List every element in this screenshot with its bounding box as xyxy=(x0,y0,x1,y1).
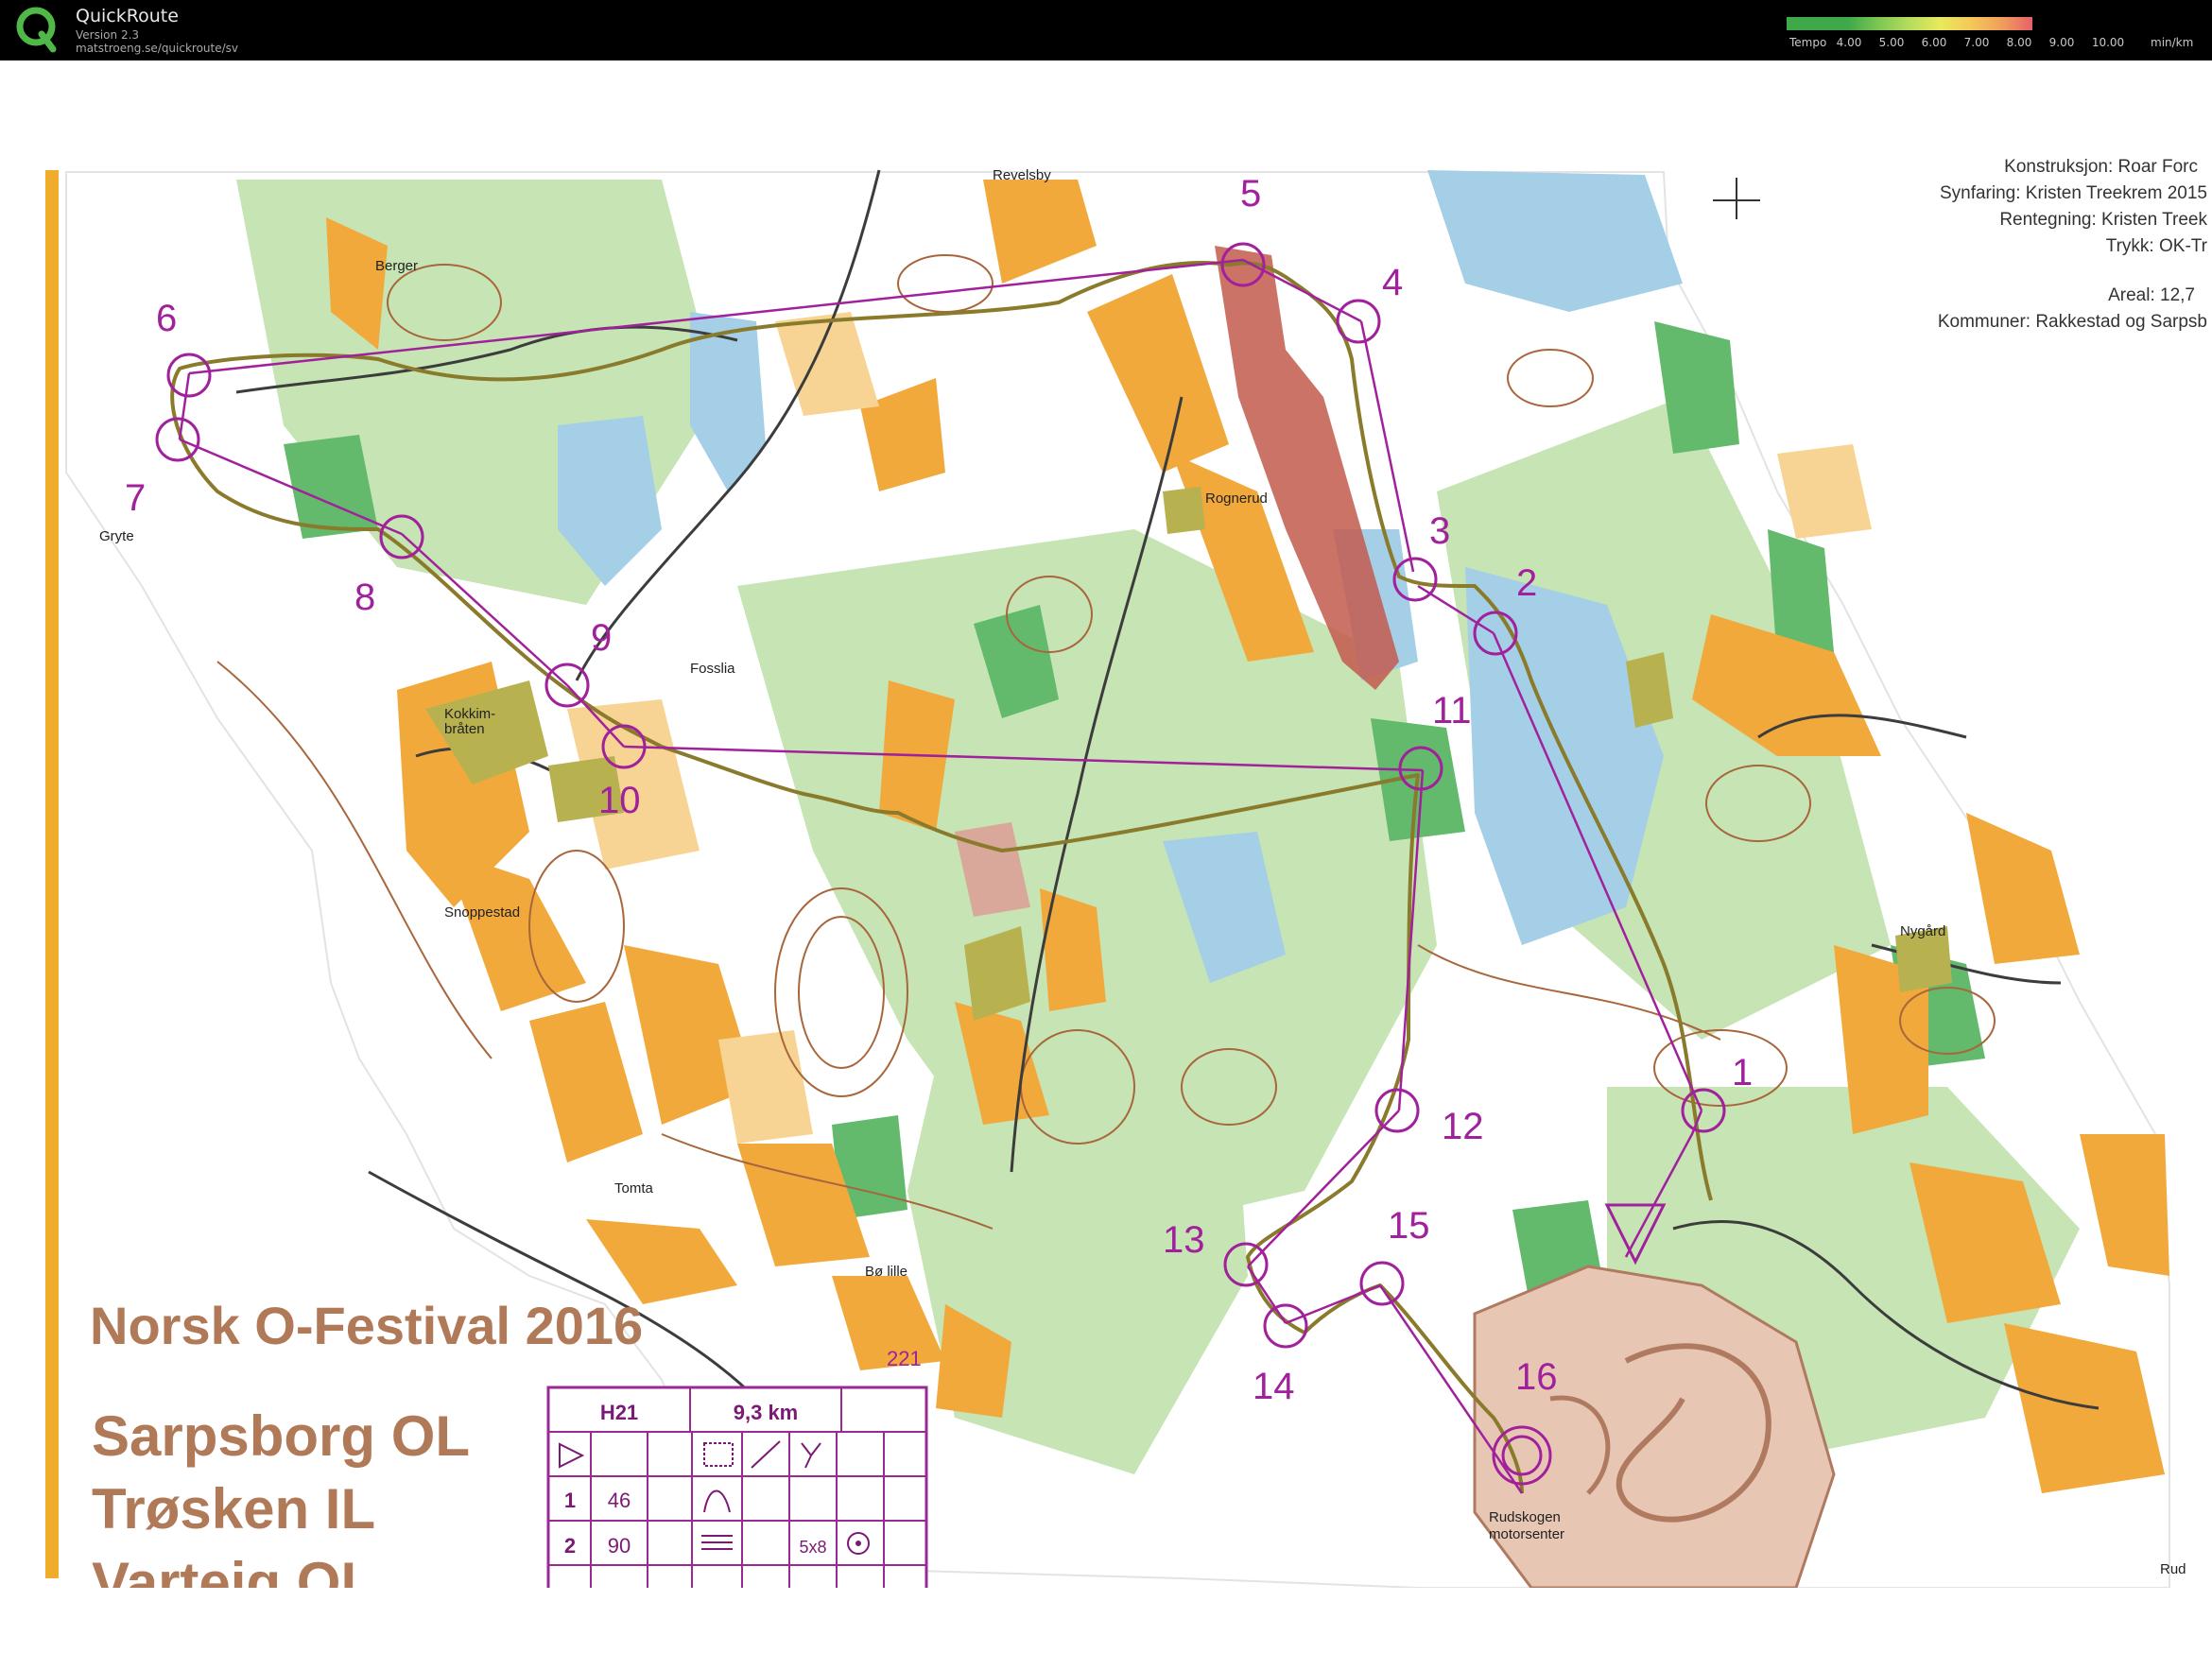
pace-color-scale xyxy=(1787,17,2032,30)
control-number: 15 xyxy=(1388,1205,1430,1247)
credit-line: Trykk: OK-Tr xyxy=(2106,236,2208,256)
card-class: H21 xyxy=(600,1401,638,1424)
credit-line: Synfaring: Kristen Treekrem 2015 xyxy=(1940,183,2207,203)
card-row-dimension: 5x8 xyxy=(799,1538,826,1557)
app-title: QuickRoute xyxy=(76,6,179,26)
map-title: Norsk O-Festival 2016 xyxy=(90,1296,643,1355)
card-row-code: 46 xyxy=(608,1489,631,1512)
control-number: 4 xyxy=(1382,262,1403,303)
quickroute-logo-icon xyxy=(16,7,57,53)
control-number: 12 xyxy=(1442,1106,1484,1147)
pace-tick: 5.00 xyxy=(1878,36,1905,49)
place-name: motorsenter xyxy=(1489,1526,1564,1542)
scan-margin xyxy=(0,1588,2212,1670)
card-row-code: 90 xyxy=(608,1534,631,1558)
control-number: 11 xyxy=(1432,690,1472,732)
card-row-number: 2 xyxy=(564,1534,576,1558)
control-number: 5 xyxy=(1240,173,1261,215)
control-number: 13 xyxy=(1163,1219,1205,1261)
card-row-number: 1 xyxy=(564,1489,576,1512)
control-number: 14 xyxy=(1253,1366,1295,1407)
pace-tick: 10.00 xyxy=(2091,36,2125,49)
place-name: Revelsby xyxy=(993,167,1051,183)
place-name: Kokkim- xyxy=(444,706,495,722)
control-description-card: H21 9,3 km 1 46 2 90 5x8 xyxy=(546,1386,928,1597)
app-header-bar: QuickRoute Version 2.3 matstroeng.se/qui… xyxy=(0,0,2212,60)
control-number: 8 xyxy=(354,577,375,618)
orienteering-map[interactable]: 1 2 3 4 5 6 7 8 9 10 11 12 13 14 15 16 R… xyxy=(0,60,2212,1670)
app-version: Version 2.3 xyxy=(76,28,140,42)
control-number: 1 xyxy=(1732,1052,1753,1093)
pace-tick: 6.00 xyxy=(1921,36,1947,49)
control-number: 10 xyxy=(598,780,641,821)
place-name: Fosslia xyxy=(690,661,735,677)
place-name: Snoppestad xyxy=(444,904,520,921)
app-url: matstroeng.se/quickroute/sv xyxy=(76,42,239,55)
card-length: 9,3 km xyxy=(734,1401,799,1424)
place-name: Gryte xyxy=(99,528,134,544)
control-number: 3 xyxy=(1429,510,1450,552)
control-number: 6 xyxy=(156,298,177,339)
pace-tick: 4.00 xyxy=(1836,36,1862,49)
place-name: Rognerud xyxy=(1205,491,1268,507)
credit-line: Rentegning: Kristen Treek xyxy=(1999,210,2207,230)
pace-tick: 7.00 xyxy=(1963,36,1990,49)
map-number: 221 xyxy=(887,1347,922,1370)
control-number: 9 xyxy=(591,617,612,659)
place-name: bråten xyxy=(444,721,485,737)
club-name: Trøsken IL xyxy=(92,1477,375,1541)
place-name: Rudskogen xyxy=(1489,1509,1561,1525)
place-name: Tomta xyxy=(614,1180,654,1197)
credit-line: Konstruksjon: Roar Forc xyxy=(2004,157,2198,177)
place-name: Rud xyxy=(2160,1561,2186,1577)
map-frame-strip xyxy=(45,170,59,1578)
pace-legend-unit: min/km xyxy=(2151,36,2194,49)
pace-tick: 9.00 xyxy=(2048,36,2075,49)
place-name: Nygård xyxy=(1900,923,1945,939)
pace-legend-label: Tempo xyxy=(1789,36,1827,49)
credit-line: Areal: 12,7 xyxy=(2108,285,2195,305)
control-number: 16 xyxy=(1515,1356,1558,1398)
pace-tick: 8.00 xyxy=(2006,36,2032,49)
place-name: Bø lille xyxy=(865,1264,907,1280)
credit-line: Kommuner: Rakkestad og Sarpsb xyxy=(1938,312,2207,332)
control-number: 2 xyxy=(1516,562,1537,604)
place-name: Berger xyxy=(375,258,418,274)
control-number: 7 xyxy=(125,477,146,519)
club-name: Sarpsborg OL xyxy=(92,1404,470,1468)
